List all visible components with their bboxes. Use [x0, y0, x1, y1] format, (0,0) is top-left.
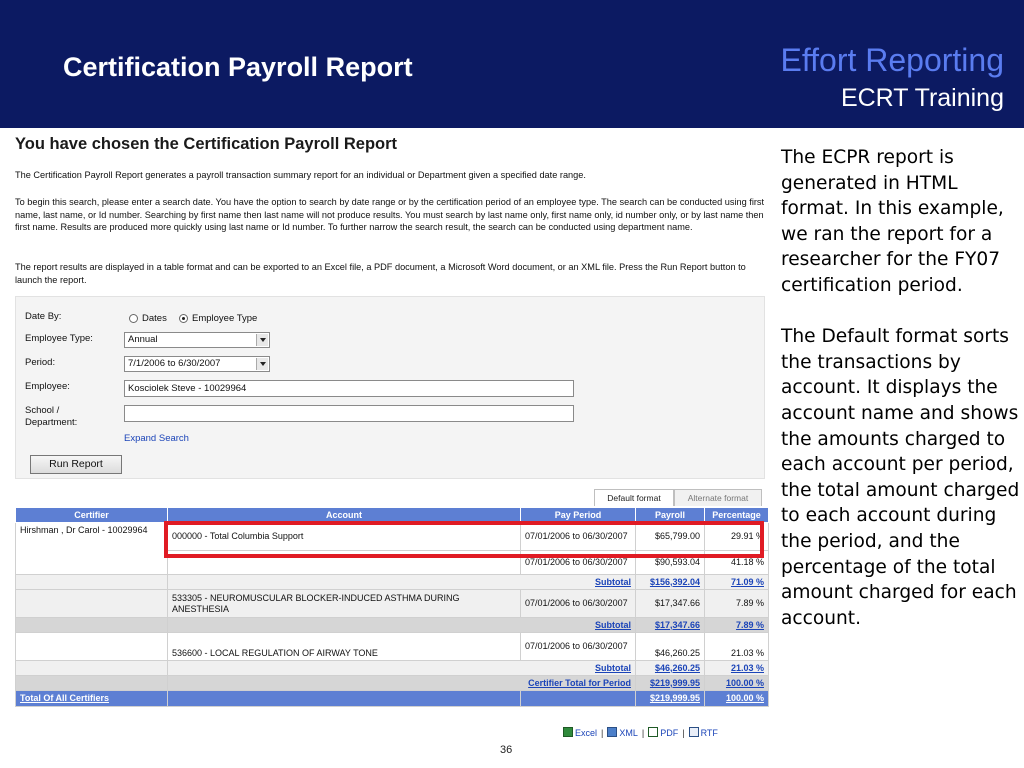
payroll-cell: $17,347.66 [635, 589, 705, 618]
xml-icon [607, 727, 618, 737]
subtotal-link[interactable]: Subtotal [167, 574, 636, 590]
tab-alternate-format[interactable]: Alternate format [674, 489, 762, 506]
chevron-down-icon[interactable] [256, 358, 268, 370]
notes-paragraph-2: The Default format sorts the transaction… [781, 326, 1020, 629]
tab-default-format[interactable]: Default format [594, 489, 674, 506]
report-heading: You have chosen the Certification Payrol… [15, 135, 398, 153]
notes-paragraph-1: The ECPR report is generated in HTML for… [781, 147, 1004, 296]
employee-type-label: Employee Type: [25, 333, 93, 344]
percentage-cell: 7.89 % [704, 589, 769, 618]
subtotal-percentage[interactable]: 7.89 % [704, 617, 769, 633]
radio-employee-type-label: Employee Type [192, 313, 258, 324]
subtotal-percentage[interactable]: 71.09 % [704, 574, 769, 590]
payroll-cell: $90,593.04 [635, 550, 705, 575]
period-cell: 07/01/2006 to 06/30/2007 [520, 522, 636, 551]
table-row: Hirshman , Dr Carol - 10029964 000000 - … [15, 522, 769, 575]
export-excel-link[interactable]: Excel [575, 728, 597, 738]
radio-dates[interactable] [129, 314, 138, 323]
subtotal-payroll[interactable]: $46,260.25 [635, 660, 705, 676]
school-label: School / Department: [25, 405, 77, 429]
col-header-account[interactable]: Account [167, 507, 521, 523]
account-cell: 000000 - Total Columbia Support [167, 522, 521, 551]
employee-type-select[interactable]: Annual [124, 332, 270, 348]
certifier-total-link[interactable]: Certifier Total for Period [167, 675, 636, 691]
period-value: 7/1/2006 to 6/30/2007 [128, 358, 221, 369]
slide-header: Certification Payroll Report Effort Repo… [0, 0, 1024, 128]
col-header-pay-period[interactable]: Pay Period [520, 507, 636, 523]
employee-input[interactable]: Kosciolek Steve - 10029964 [124, 380, 574, 397]
percentage-cell: 21.03 % [704, 632, 769, 661]
employee-label: Employee: [25, 381, 70, 392]
account-cell: 533305 - NEUROMUSCULAR BLOCKER-INDUCED A… [167, 589, 521, 618]
rtf-icon [688, 727, 699, 737]
table-row: 536600 - LOCAL REGULATION OF AIRWAY TONE… [15, 632, 769, 661]
grand-total-payroll[interactable]: $219,999.95 [635, 690, 705, 707]
school-label-line1: School / [25, 405, 60, 416]
table-row: 533305 - NEUROMUSCULAR BLOCKER-INDUCED A… [15, 589, 769, 618]
pdf-icon [648, 727, 659, 737]
search-instructions: To begin this search, please enter a sea… [15, 197, 765, 232]
grand-total-row: Total Of All Certifiers $219,999.95 100.… [15, 690, 769, 707]
certifier-total-percentage[interactable]: 100.00 % [704, 675, 769, 691]
search-form: Date By: Dates Employee Type Employee Ty… [15, 296, 765, 479]
percentage-cell: 41.18 % [704, 550, 769, 575]
export-links: Excel | XML | PDF | RTF [563, 727, 718, 739]
certifier-cell: Hirshman , Dr Carol - 10029964 [15, 522, 168, 575]
page-number: 36 [500, 744, 513, 756]
period-cell: 07/01/2006 to 06/30/2007 [520, 632, 636, 661]
employee-type-value: Annual [128, 334, 158, 345]
grand-total-link[interactable]: Total Of All Certifiers [15, 690, 168, 707]
certifier-total-row: Certifier Total for Period $219,999.95 1… [15, 675, 769, 691]
subtotal-percentage[interactable]: 21.03 % [704, 660, 769, 676]
report-table: Certifier Account Pay Period Payroll Per… [15, 507, 769, 707]
subtotal-link[interactable]: Subtotal [167, 617, 636, 633]
run-report-button[interactable]: Run Report [30, 455, 122, 474]
report-screenshot: You have chosen the Certification Payrol… [5, 130, 770, 742]
export-rtf-link[interactable]: RTF [701, 728, 718, 738]
certifier-total-payroll[interactable]: $219,999.95 [635, 675, 705, 691]
col-header-percentage[interactable]: Percentage [704, 507, 769, 523]
intro-paragraph: The Certification Payroll Report generat… [15, 170, 586, 180]
subtotal-row: Subtotal $46,260.25 21.03 % [15, 660, 769, 676]
period-select[interactable]: 7/1/2006 to 6/30/2007 [124, 356, 270, 372]
table-header-row: Certifier Account Pay Period Payroll Per… [15, 507, 769, 523]
brand-title: Effort Reporting [780, 42, 1004, 78]
brand-subtitle: ECRT Training [840, 84, 1004, 112]
subtotal-payroll[interactable]: $156,392.04 [635, 574, 705, 590]
subtotal-payroll[interactable]: $17,347.66 [635, 617, 705, 633]
percentage-cell: 29.91 % [704, 522, 769, 551]
slide-title: Certification Payroll Report [63, 52, 413, 82]
grand-total-percentage[interactable]: 100.00 % [704, 690, 769, 707]
chevron-down-icon[interactable] [256, 334, 268, 346]
period-label: Period: [25, 357, 56, 368]
subtotal-row: Subtotal $17,347.66 7.89 % [15, 617, 769, 633]
school-label-line2: Department: [25, 417, 78, 428]
account-cell [167, 550, 521, 575]
subtotal-link[interactable]: Subtotal [167, 660, 636, 676]
expand-search-link[interactable]: Expand Search [124, 433, 189, 444]
col-header-payroll[interactable]: Payroll [635, 507, 705, 523]
export-xml-link[interactable]: XML [619, 728, 638, 738]
period-cell: 07/01/2006 to 06/30/2007 [520, 589, 636, 618]
school-department-input[interactable] [124, 405, 574, 422]
radio-employee-type[interactable] [179, 314, 188, 323]
subtotal-row: Subtotal $156,392.04 71.09 % [15, 574, 769, 590]
col-header-certifier[interactable]: Certifier [15, 507, 168, 523]
payroll-cell: $46,260.25 [635, 632, 705, 661]
excel-icon [563, 727, 573, 737]
radio-dates-label: Dates [142, 313, 167, 324]
payroll-cell: $65,799.00 [635, 522, 705, 551]
account-cell: 536600 - LOCAL REGULATION OF AIRWAY TONE [167, 632, 521, 661]
export-pdf-link[interactable]: PDF [660, 728, 678, 738]
slide-notes: The ECPR report is generated in HTML for… [781, 145, 1021, 657]
period-cell: 07/01/2006 to 06/30/2007 [520, 550, 636, 575]
date-by-label: Date By: [25, 311, 62, 322]
export-instructions: The report results are displayed in a ta… [15, 262, 746, 285]
